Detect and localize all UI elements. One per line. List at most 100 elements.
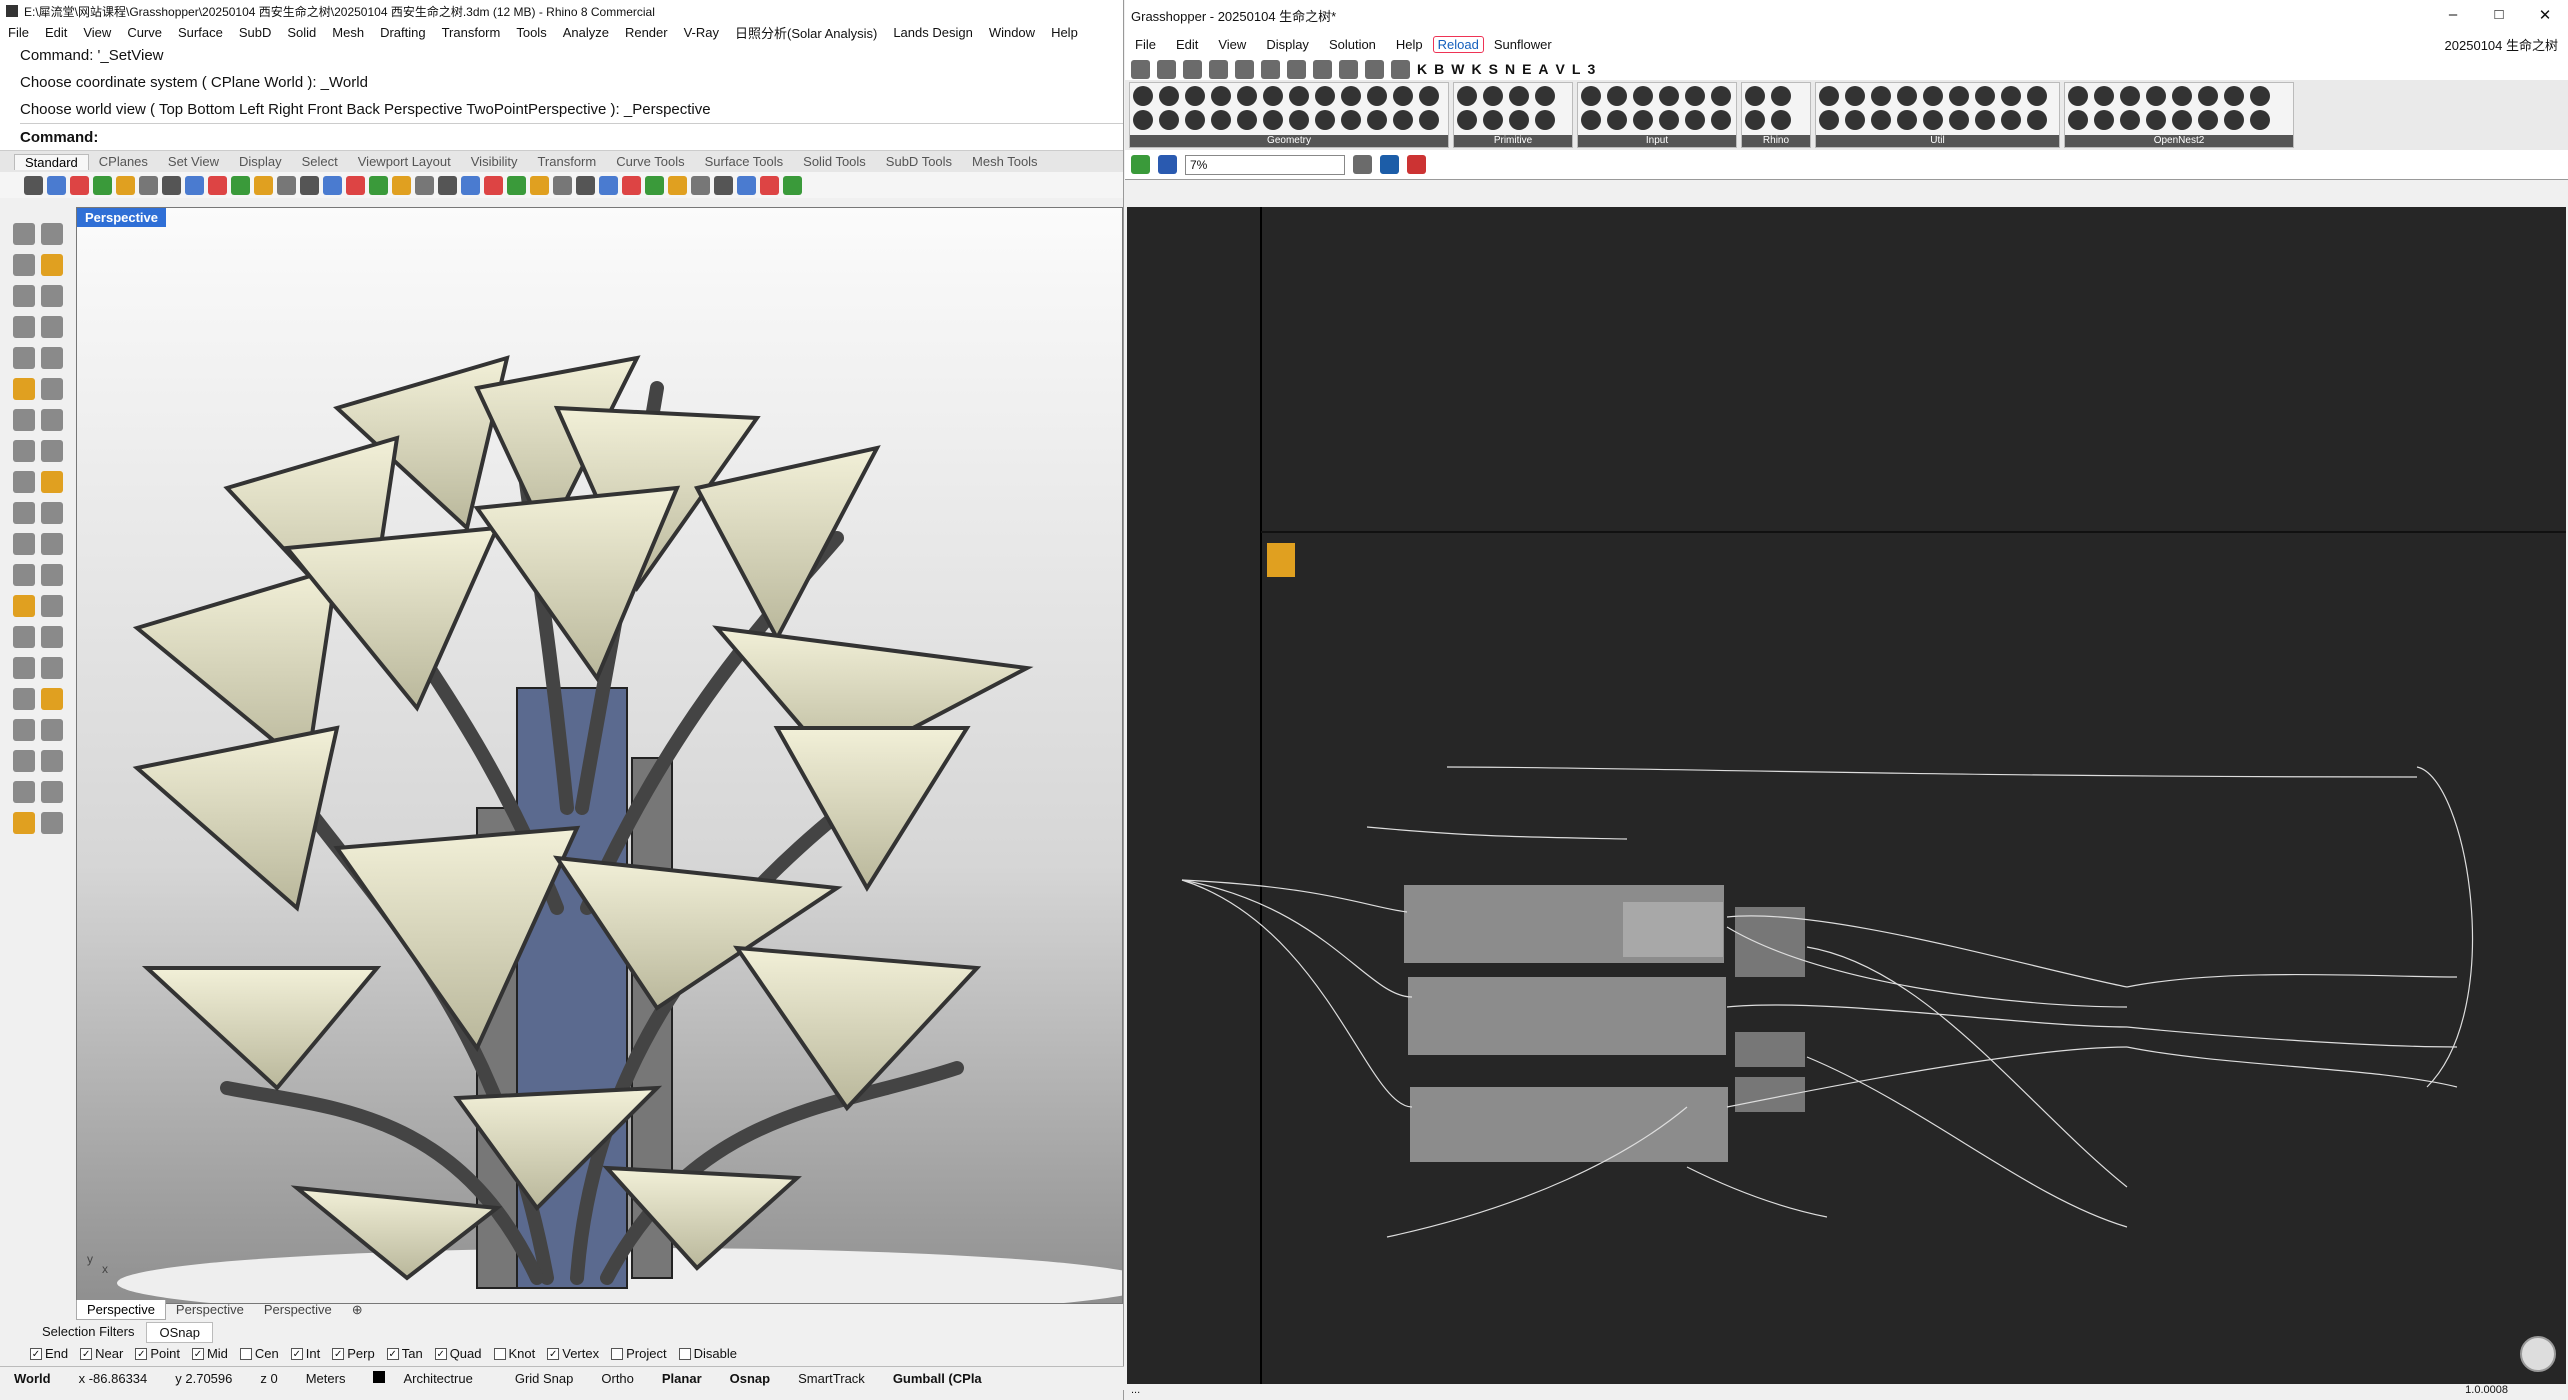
checkbox-icon[interactable] [239,1347,252,1360]
toolbar-tool-icon[interactable] [300,175,319,195]
toolbar-tool-icon[interactable] [392,175,411,195]
tab-toolbar-7[interactable]: Transform [527,154,606,169]
checkbox-icon[interactable]: ✓ [547,1347,560,1360]
gh-component-icon[interactable] [1419,110,1439,130]
gh-component-icon[interactable] [1419,86,1439,106]
checkbox-icon[interactable]: ✓ [80,1347,93,1360]
tab-toolbar-11[interactable]: SubD Tools [876,154,962,169]
toolbar-tool-icon[interactable] [323,175,342,195]
gh-component-icon[interactable] [1263,86,1283,106]
gh-component-icon[interactable] [1457,110,1477,130]
toolbar-tool-icon[interactable] [116,175,135,195]
status-world[interactable]: World [0,1371,65,1386]
tab-toolbar-6[interactable]: Visibility [461,154,528,169]
left-tool-icon[interactable] [41,223,63,245]
gh-component-icon[interactable] [2172,86,2192,106]
gh-component-icon[interactable] [2198,86,2218,106]
gh-tab-letter-8[interactable]: V [1556,61,1565,77]
gh-tab-letter-2[interactable]: W [1451,61,1464,77]
menu-item-3[interactable]: Curve [119,25,170,40]
left-tool-icon[interactable] [41,502,63,524]
left-tool-icon[interactable] [41,626,63,648]
gh-component-icon[interactable] [2068,110,2088,130]
viewport-tab-0[interactable]: Perspective [76,1300,166,1320]
gh-tab-icon[interactable] [1261,59,1280,79]
left-tool-icon[interactable] [13,595,35,617]
gh-component-icon[interactable] [2001,110,2021,130]
status-smarttrack[interactable]: SmartTrack [784,1371,879,1386]
osnap-end[interactable]: ✓ End [30,1346,68,1361]
checkbox-icon[interactable] [678,1347,691,1360]
toolbar-tool-icon[interactable] [47,175,66,195]
left-tool-icon[interactable] [13,502,35,524]
gh-menu-item-2[interactable]: View [1208,37,1256,52]
canvas-scroll-indicator-icon[interactable] [2520,1336,2556,1372]
gh-component-icon[interactable] [2094,86,2114,106]
left-tool-icon[interactable] [13,564,35,586]
toolbar-tool-icon[interactable] [530,175,549,195]
gh-component-icon[interactable] [1819,86,1839,106]
gh-component-icon[interactable] [1897,110,1917,130]
toolbar-tool-icon[interactable] [576,175,595,195]
left-tool-icon[interactable] [13,626,35,648]
gh-tab-letter-5[interactable]: N [1505,61,1515,77]
left-tool-icon[interactable] [13,409,35,431]
left-tool-icon[interactable] [13,812,35,834]
gh-component-icon[interactable] [1457,86,1477,106]
gh-tab-icon[interactable] [1365,59,1384,79]
tab-toolbar-1[interactable]: CPlanes [89,154,158,169]
left-tool-icon[interactable] [41,595,63,617]
left-tool-icon[interactable] [41,440,63,462]
left-tool-icon[interactable] [13,378,35,400]
toolbar-tool-icon[interactable] [185,175,204,195]
menu-item-4[interactable]: Surface [170,25,231,40]
checkbox-icon[interactable]: ✓ [30,1347,42,1360]
gh-component-icon[interactable] [1771,110,1791,130]
minimize-icon[interactable]: – [2430,6,2476,24]
tab-toolbar-3[interactable]: Display [229,154,292,169]
gh-component-icon[interactable] [1159,110,1179,130]
menu-item-12[interactable]: Render [617,25,676,40]
menu-item-2[interactable]: View [75,25,119,40]
gh-component-icon[interactable] [1133,110,1153,130]
toolbar-tool-icon[interactable] [645,175,664,195]
tab-selection-filters[interactable]: Selection Filters [30,1322,146,1343]
gh-component-icon[interactable] [1483,86,1503,106]
osnap-project[interactable]: Project [611,1346,667,1361]
gh-component-icon[interactable] [1581,86,1601,106]
menu-item-9[interactable]: Transform [434,25,509,40]
left-tool-icon[interactable] [13,347,35,369]
gh-menu-item-7[interactable]: Sunflower [1484,37,1562,52]
menu-item-14[interactable]: 日照分析(Solar Analysis) [727,23,885,42]
gh-tab-letter-10[interactable]: 3 [1587,61,1595,77]
gh-menu-item-6[interactable]: Reload [1432,35,1484,53]
gh-component-icon[interactable] [1819,110,1839,130]
checkbox-icon[interactable]: ✓ [434,1347,447,1360]
gh-component-icon[interactable] [1685,86,1705,106]
toolbar-tool-icon[interactable] [484,175,503,195]
gh-component-icon[interactable] [1923,86,1943,106]
gh-tab-icon[interactable] [1235,59,1254,79]
toolbar-tool-icon[interactable] [415,175,434,195]
left-tool-icon[interactable] [13,657,35,679]
tab-toolbar-9[interactable]: Surface Tools [695,154,794,169]
toolbar-tool-icon[interactable] [714,175,733,195]
tab-toolbar-12[interactable]: Mesh Tools [962,154,1048,169]
group-2[interactable] [1408,977,1726,1055]
tab-toolbar-2[interactable]: Set View [158,154,229,169]
gh-component-icon[interactable] [1633,110,1653,130]
gh-component-icon[interactable] [1711,86,1731,106]
gh-component-icon[interactable] [1289,86,1309,106]
osnap-perp[interactable]: ✓ Perp [332,1346,375,1361]
left-tool-icon[interactable] [41,781,63,803]
gh-menu-item-0[interactable]: File [1125,37,1166,52]
gh-component-icon[interactable] [1263,110,1283,130]
gh-component-icon[interactable] [1185,110,1205,130]
toolbar-tool-icon[interactable] [277,175,296,195]
toolbar-tool-icon[interactable] [24,175,43,195]
osnap-disable[interactable]: Disable [678,1346,737,1361]
left-tool-icon[interactable] [41,285,63,307]
toolbar-tool-icon[interactable] [139,175,158,195]
toolbar-tool-icon[interactable] [93,175,112,195]
gh-component-icon[interactable] [1509,110,1529,130]
